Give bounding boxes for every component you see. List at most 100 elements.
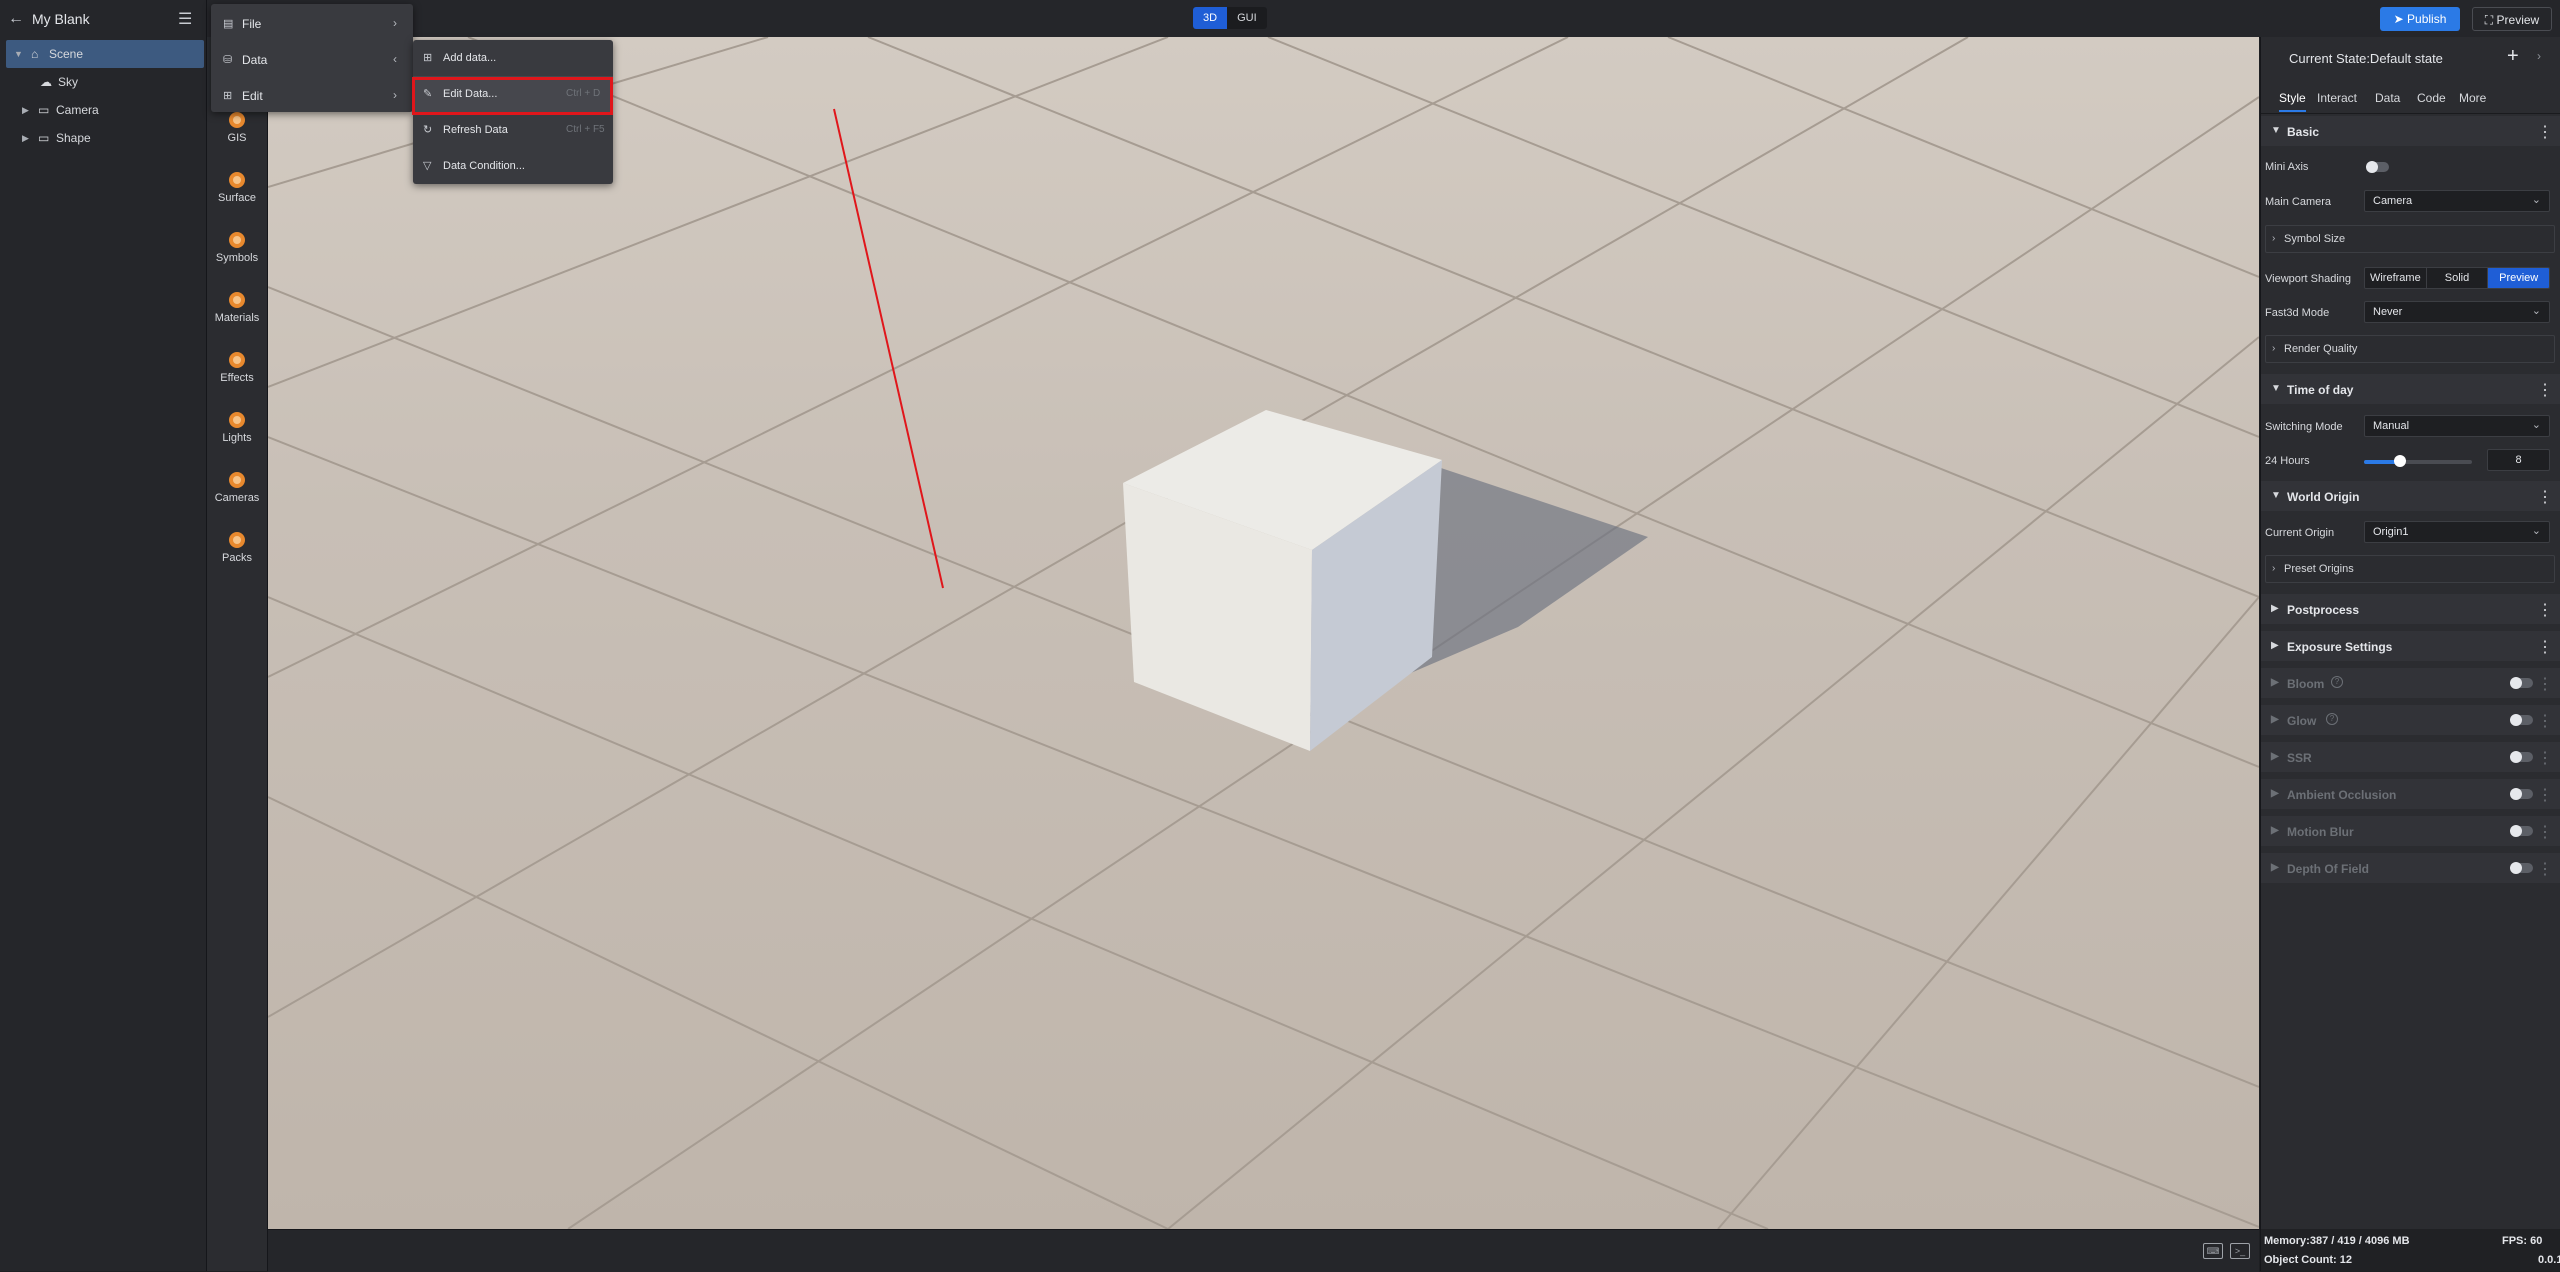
tool-effects[interactable]: Effects [207, 352, 267, 384]
preset-origins-row[interactable]: › Preset Origins [2265, 555, 2555, 583]
kebab-menu-icon[interactable]: ⋮ [2537, 748, 2553, 768]
tab-more[interactable]: More [2459, 91, 2486, 105]
section-title: Depth Of Field [2287, 862, 2369, 876]
menu-item-data[interactable]: ⛁ Data ‹ [211, 42, 413, 76]
kebab-menu-icon[interactable]: ⋮ [2537, 380, 2553, 400]
tool-symbols[interactable]: Symbols [207, 232, 267, 264]
section-title: Time of day [2287, 383, 2354, 397]
menu-item-edit[interactable]: ⊞ Edit › [211, 78, 413, 112]
tool-materials[interactable]: Materials [207, 292, 267, 324]
object-count-readout: Object Count: 12 [2264, 1254, 2353, 1266]
scene-panel-header: ← My Blank ☰ [0, 0, 206, 37]
tree-item-camera[interactable]: ▶ ▭ Camera [0, 96, 206, 124]
help-icon[interactable]: ? [2331, 676, 2343, 688]
expand-caret-icon: ▶ [2271, 603, 2279, 614]
viewport-shading-segment: Wireframe Solid Preview [2364, 267, 2550, 289]
preview-button[interactable]: ⛶ Preview [2472, 7, 2552, 31]
section-motion-blur[interactable]: ▶ Motion Blur ⋮ [2261, 816, 2560, 846]
ambient-occlusion-toggle[interactable] [2510, 788, 2533, 800]
shading-preview-button[interactable]: Preview [2488, 268, 2549, 288]
slider-knob[interactable] [2393, 455, 2406, 467]
main-camera-select[interactable]: Camera ⌄ [2364, 190, 2550, 212]
tree-item-shape[interactable]: ▶ ▭ Shape [0, 124, 206, 152]
kebab-menu-icon[interactable]: ⋮ [2537, 637, 2553, 657]
hamburger-menu-icon[interactable]: ☰ [178, 9, 192, 29]
glow-toggle[interactable] [2510, 714, 2533, 726]
tab-interact[interactable]: Interact [2317, 91, 2357, 105]
shading-solid-button[interactable]: Solid [2426, 268, 2489, 288]
submenu-item-refresh-data[interactable]: ↻ Refresh Data Ctrl + F5 [413, 112, 613, 148]
mode-3d-button[interactable]: 3D [1193, 7, 1228, 29]
current-state-label: Current State:Default state [2289, 51, 2443, 66]
kebab-menu-icon[interactable]: ⋮ [2537, 822, 2553, 842]
current-origin-select[interactable]: Origin1 ⌄ [2364, 521, 2550, 543]
terminal-icon[interactable]: >_ [2230, 1243, 2250, 1259]
section-bloom[interactable]: ▶ Bloom ? ⋮ [2261, 668, 2560, 698]
switching-mode-select[interactable]: Manual ⌄ [2364, 415, 2550, 437]
section-ssr[interactable]: ▶ SSR ⋮ [2261, 742, 2560, 772]
section-depth-of-field[interactable]: ▶ Depth Of Field ⋮ [2261, 853, 2560, 883]
kebab-menu-icon[interactable]: ⋮ [2537, 785, 2553, 805]
ssr-toggle[interactable] [2510, 751, 2533, 763]
tab-style[interactable]: Style [2279, 91, 2306, 112]
shading-wireframe-button[interactable]: Wireframe [2365, 268, 2427, 288]
switching-mode-label: Switching Mode [2265, 421, 2343, 433]
section-time-of-day[interactable]: ▼ Time of day ⋮ [2261, 374, 2560, 404]
refresh-icon: ↻ [423, 124, 433, 136]
tree-item-scene[interactable]: ▼ ⌂ Scene [6, 40, 204, 68]
main-camera-label: Main Camera [2265, 196, 2332, 208]
mode-gui-button[interactable]: GUI [1227, 7, 1267, 29]
section-basic[interactable]: ▼ Basic ⋮ [2261, 116, 2560, 146]
3d-viewport[interactable] [268, 37, 2259, 1229]
section-ambient-occlusion[interactable]: ▶ Ambient Occlusion ⋮ [2261, 779, 2560, 809]
sub-row-label: Symbol Size [2284, 233, 2346, 245]
publish-button[interactable]: ➤ Publish [2380, 7, 2460, 31]
chevron-down-icon: ⌄ [2531, 419, 2541, 431]
tree-item-sky[interactable]: ☁ Sky [0, 68, 206, 96]
tool-gis[interactable]: GIS [207, 112, 267, 144]
back-arrow-icon[interactable]: ← [8, 10, 24, 28]
menu-item-file[interactable]: ▤ File › [211, 6, 413, 40]
expand-arrow-icon[interactable]: ▶ [22, 96, 29, 124]
chevron-right-icon[interactable]: › [2537, 49, 2541, 63]
mini-axis-toggle[interactable] [2366, 161, 2389, 173]
tab-code[interactable]: Code [2417, 91, 2446, 105]
motion-blur-toggle[interactable] [2510, 825, 2533, 837]
expand-arrow-icon[interactable]: ▶ [22, 124, 29, 152]
expand-arrow-icon[interactable]: ▼ [14, 40, 23, 68]
bloom-toggle[interactable] [2510, 677, 2533, 689]
hours-slider[interactable] [2364, 455, 2472, 467]
submenu-item-label: Data Condition... [443, 160, 525, 172]
kebab-menu-icon[interactable]: ⋮ [2537, 859, 2553, 879]
kebab-menu-icon[interactable]: ⋮ [2537, 122, 2553, 142]
fast3d-mode-select[interactable]: Never ⌄ [2364, 301, 2550, 323]
submenu-item-data-condition[interactable]: ▽ Data Condition... [413, 148, 613, 184]
tool-cameras[interactable]: Cameras [207, 472, 267, 504]
add-state-icon[interactable]: + [2507, 45, 2519, 68]
kebab-menu-icon[interactable]: ⋮ [2537, 711, 2553, 731]
symbol-size-row[interactable]: › Symbol Size [2265, 225, 2555, 253]
depth-of-field-toggle[interactable] [2510, 862, 2533, 874]
tab-data[interactable]: Data [2375, 91, 2400, 105]
properties-panel: Current State:Default state + › Style In… [2260, 37, 2560, 1229]
state-row: Current State:Default state + › [2261, 37, 2560, 77]
render-quality-row[interactable]: › Render Quality [2265, 335, 2555, 363]
kebab-menu-icon[interactable]: ⋮ [2537, 600, 2553, 620]
section-glow[interactable]: ▶ Glow ? ⋮ [2261, 705, 2560, 735]
section-postprocess[interactable]: ▶ Postprocess ⋮ [2261, 594, 2560, 624]
surface-icon [229, 172, 245, 188]
section-world-origin[interactable]: ▼ World Origin ⋮ [2261, 481, 2560, 511]
submenu-item-add-data[interactable]: ⊞ Add data... [413, 40, 613, 76]
tool-lights[interactable]: Lights [207, 412, 267, 444]
kebab-menu-icon[interactable]: ⋮ [2537, 674, 2553, 694]
help-icon[interactable]: ? [2326, 713, 2338, 725]
hours-input[interactable]: 8 [2487, 449, 2550, 471]
keyboard-icon[interactable]: ⌨ [2203, 1243, 2223, 1259]
section-exposure-settings[interactable]: ▶ Exposure Settings ⋮ [2261, 631, 2560, 661]
tool-packs[interactable]: Packs [207, 532, 267, 564]
folder-icon: ▭ [38, 131, 50, 145]
tool-surface[interactable]: Surface [207, 172, 267, 204]
chevron-right-icon: › [2272, 343, 2276, 354]
kebab-menu-icon[interactable]: ⋮ [2537, 487, 2553, 507]
section-title: Glow [2287, 714, 2317, 728]
